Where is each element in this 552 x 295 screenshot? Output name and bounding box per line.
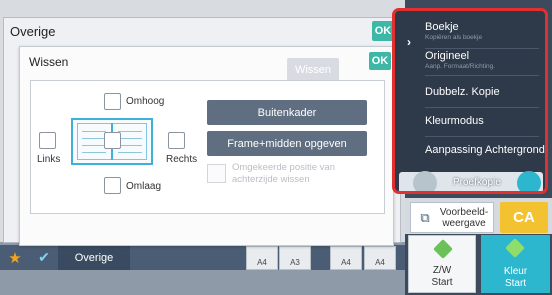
book-text-line	[82, 145, 106, 146]
menu-item-dubbelz-kopie[interactable]: Dubbelz. Kopie	[395, 86, 545, 98]
book-text-line	[82, 138, 106, 139]
checkbox-left[interactable]	[39, 132, 56, 149]
menu-item-label: Aanpassing Achtergrond	[425, 144, 545, 156]
ca-button[interactable]: CA	[500, 202, 548, 233]
frame-button[interactable]: Buitenkader	[207, 100, 367, 125]
proof-copy-button[interactable]: Proefkopie	[399, 171, 543, 191]
favorite-star-icon[interactable]: ★	[0, 245, 30, 270]
book-text-line	[118, 138, 142, 139]
preview-label: Voorbeeld-weergave	[439, 206, 489, 229]
paper-tray-3[interactable]: A4	[330, 246, 362, 270]
start-color-button[interactable]: Kleur Start	[481, 235, 550, 293]
menu-item-label: Origineel	[425, 50, 470, 62]
start-bw-label: Z/W Start	[431, 265, 453, 288]
paper-size-label: A4	[341, 258, 351, 267]
checkbox-left-label: Links	[37, 154, 61, 165]
menu-item-sub: Aanp. Formaat/Richting.	[425, 63, 496, 70]
function-menu: › Boekje Kopiëren als boekje Origineel A…	[392, 8, 548, 194]
menu-item-sub: Kopiëren als boekje	[425, 34, 483, 41]
preview-icon: ⧉	[420, 209, 430, 225]
wissen-dialog-title: Wissen	[29, 55, 69, 69]
start-diamond-icon	[433, 239, 453, 259]
menu-item-label: Kleurmodus	[425, 115, 484, 127]
preview-button[interactable]: ⧉ Voorbeeld-weergave	[410, 202, 494, 233]
checkbox-right-label: Rechts	[166, 154, 198, 165]
book-text-line	[118, 152, 142, 153]
book-text-line	[82, 152, 106, 153]
menu-divider	[425, 136, 539, 137]
paper-tray-1[interactable]: A4	[246, 246, 278, 270]
frame-center-button[interactable]: Frame+midden opgeven	[207, 131, 367, 156]
checkbox-top-label: Omhoog	[126, 96, 165, 107]
checkbox-right[interactable]	[168, 132, 185, 149]
wissen-button[interactable]: Wissen	[287, 58, 339, 82]
menu-item-label: Boekje	[425, 21, 459, 33]
start-color-label: Kleur Start	[503, 266, 528, 289]
menu-item-aanpassing-achtergrond[interactable]: Aanpassing Achtergrond	[395, 144, 545, 156]
overige-panel-title: Overige	[10, 24, 56, 39]
book-text-line	[118, 131, 142, 132]
start-bw-button[interactable]: Z/W Start	[408, 235, 476, 293]
paper-size-label: A3	[290, 258, 300, 267]
menu-divider	[425, 48, 539, 49]
menu-item-kleurmodus[interactable]: Kleurmodus	[395, 115, 545, 127]
menu-divider	[425, 107, 539, 108]
start-diamond-icon	[505, 238, 525, 258]
overige-tab-button[interactable]: Overige	[58, 245, 130, 270]
checkbox-center[interactable]	[104, 132, 121, 149]
paper-tray-2[interactable]: A3	[279, 246, 311, 270]
reverse-side-checkbox[interactable]	[207, 164, 226, 183]
menu-item-boekje[interactable]: Boekje Kopiëren als boekje	[395, 21, 545, 41]
menu-divider	[425, 75, 539, 76]
check-icon[interactable]: ✔	[30, 245, 58, 270]
wissen-ok-button[interactable]: OK	[369, 52, 391, 70]
checkbox-bottom-label: Omlaag	[126, 181, 162, 192]
paper-size-label: A4	[257, 258, 267, 267]
book-text-line	[82, 131, 106, 132]
proof-copy-label: Proefkopie	[453, 177, 501, 188]
checkbox-top[interactable]	[104, 93, 121, 110]
menu-item-origineel[interactable]: Origineel Aanp. Formaat/Richting.	[395, 50, 545, 70]
proof-bw-icon	[413, 171, 437, 191]
overige-ok-button[interactable]: OK	[372, 21, 394, 41]
menu-item-label: Dubbelz. Kopie	[425, 86, 500, 98]
paper-tray-4[interactable]: A4	[364, 246, 396, 270]
checkbox-bottom[interactable]	[104, 177, 121, 194]
book-text-line	[118, 145, 142, 146]
reverse-side-label: Omgekeerde positie van achterzijde wisse…	[232, 162, 335, 185]
paper-size-label: A4	[375, 258, 385, 267]
proof-color-icon	[517, 171, 541, 191]
